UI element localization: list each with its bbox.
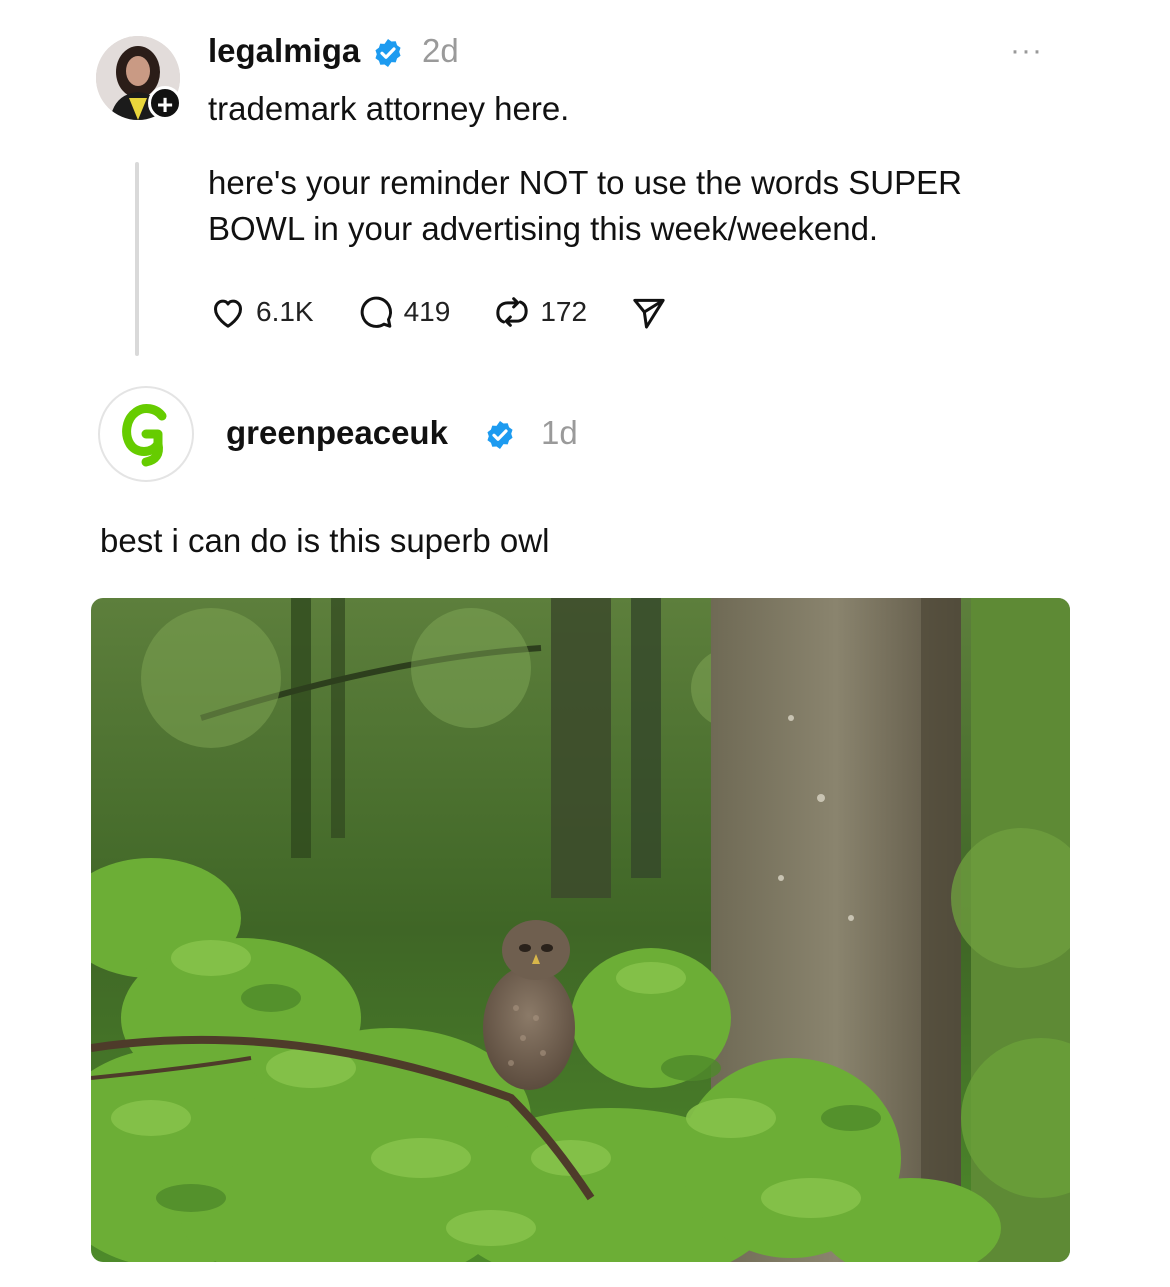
reply-count: 419: [403, 296, 451, 327]
share-button[interactable]: [629, 292, 669, 332]
heart-icon: [214, 299, 242, 328]
send-icon: [633, 298, 665, 329]
like-count: 6.1K: [256, 296, 314, 327]
like-button[interactable]: 6.1K: [208, 292, 314, 332]
post1-username[interactable]: legalmiga: [208, 32, 360, 70]
post2-timestamp: 1d: [541, 414, 578, 451]
owl-photo[interactable]: [91, 598, 1070, 1262]
post2-text: best i can do is this superb owl: [100, 522, 550, 559]
more-options-button[interactable]: ···: [1010, 34, 1043, 68]
post1-action-bar: 6.1K 419 172: [208, 290, 711, 334]
verified-icon: [487, 421, 513, 449]
repost-count: 172: [540, 296, 588, 327]
post1-text-line3: BOWL in your advertising this week/weeke…: [208, 210, 879, 247]
follow-button[interactable]: +: [148, 86, 182, 120]
reply-button[interactable]: 419: [356, 292, 451, 332]
verified-icon: [375, 39, 401, 67]
repost-icon: [496, 297, 528, 327]
post1-text-line1: trademark attorney here.: [208, 90, 570, 127]
post2-username[interactable]: greenpeaceuk: [226, 414, 448, 452]
thread-line: [135, 162, 139, 356]
greenpeaceuk-avatar[interactable]: [98, 386, 194, 482]
post1-timestamp: 2d: [422, 32, 459, 69]
greenpeace-logo: [122, 404, 167, 467]
post1-text-line2: here's your reminder NOT to use the word…: [208, 164, 962, 201]
forest-owl-image: [91, 598, 1070, 1262]
comment-icon: [360, 296, 392, 328]
repost-button[interactable]: 172: [492, 292, 587, 332]
